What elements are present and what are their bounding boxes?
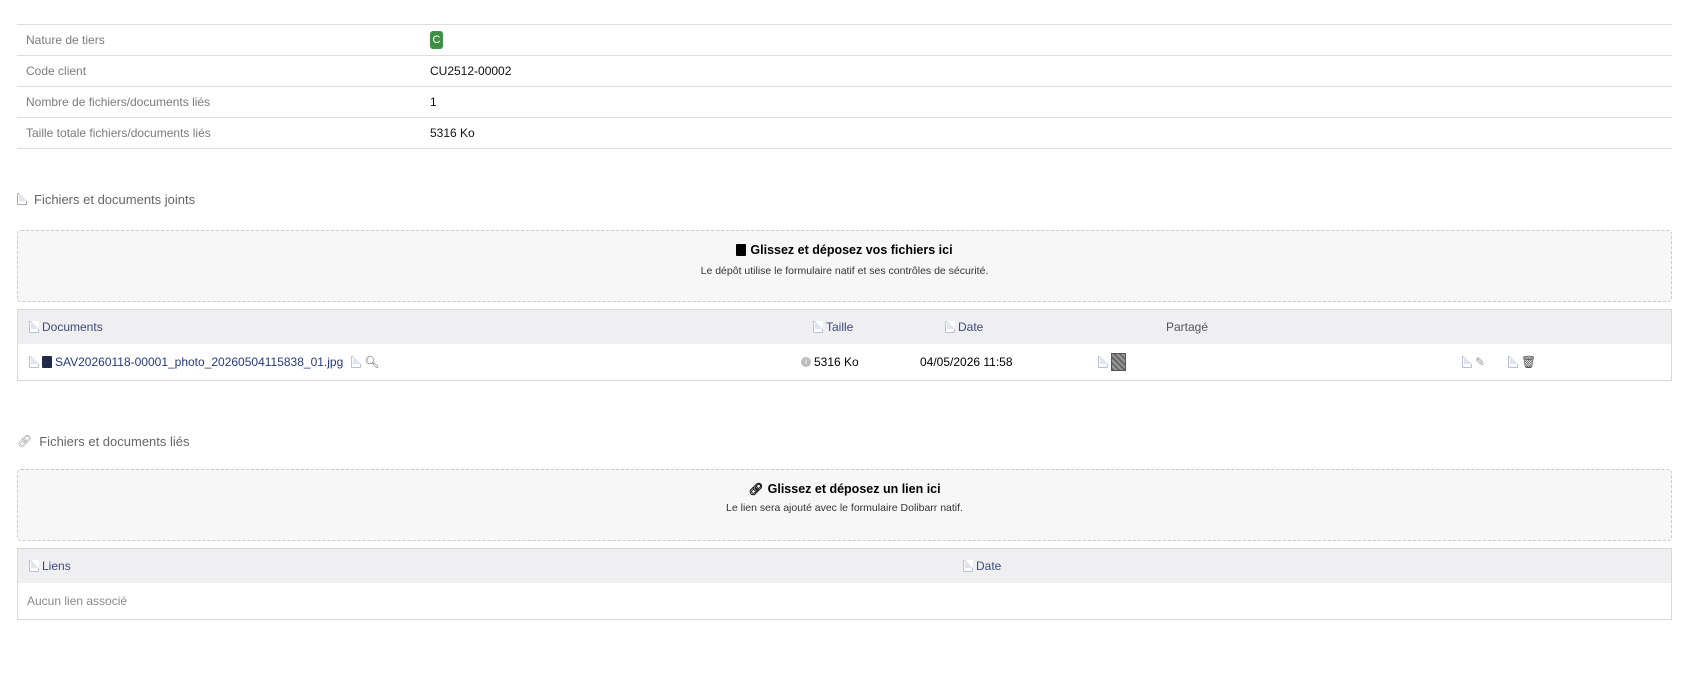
share-file-icon[interactable] (1098, 356, 1108, 368)
column-date[interactable]: Date (945, 320, 983, 334)
file-icon (29, 356, 39, 368)
file-icon (1462, 356, 1472, 368)
attached-files-section-title: Fichiers et documents joints (17, 191, 1672, 207)
trash-icon: 🗑︎ (1521, 355, 1537, 369)
attached-files-header: Documents Taille Date Partagé (18, 310, 1671, 344)
summary-label: Nature de tiers (26, 33, 105, 47)
info-icon: i (801, 357, 811, 367)
table-row: SAV20260118-00001_photo_20260504115838_0… (18, 344, 1671, 380)
attached-files-table: Documents Taille Date Partagé SAV2026011… (17, 309, 1672, 381)
sort-icon (29, 560, 39, 572)
summary-value: CU2512-00002 (430, 64, 512, 78)
image-file-icon (42, 356, 52, 368)
customer-type-badge: C (430, 31, 443, 49)
link-drop-subtitle: Le lien sera ajouté avec le formulaire D… (726, 502, 963, 514)
column-share-label: Partagé (1166, 320, 1209, 334)
file-icon (1508, 356, 1518, 368)
sort-icon (813, 321, 823, 333)
summary-row-code: Code client CU2512-00002 (17, 56, 1672, 87)
file-icon (17, 193, 27, 205)
summary-label: Code client (26, 64, 87, 78)
sort-icon (963, 560, 973, 572)
column-size[interactable]: Taille (813, 320, 853, 334)
column-links[interactable]: Liens (29, 559, 71, 573)
column-size-label: Taille (826, 320, 854, 334)
column-date-label: Date (976, 559, 1002, 573)
sort-icon (29, 321, 39, 333)
column-date[interactable]: Date (963, 559, 1001, 573)
file-size: 5316 Ko (814, 355, 859, 369)
file-date: 04/05/2026 11:58 (920, 355, 1013, 369)
link-icon: 🔗︎ (17, 434, 33, 448)
file-cell: SAV20260118-00001_photo_20260504115838_0… (29, 355, 380, 369)
edit-action[interactable]: ✎ (1462, 356, 1485, 368)
file-drop-subtitle: Le dépôt utilise le formulaire natif et … (700, 265, 989, 277)
summary-row-size: Taille totale fichiers/documents liés 53… (17, 118, 1672, 149)
attached-files-title: Fichiers et documents joints (34, 191, 196, 207)
size-cell: i 5316 Ko (801, 355, 859, 369)
file-drop-zone[interactable]: Glissez et déposez vos fichiers ici Le d… (17, 230, 1672, 302)
file-drop-title: Glissez et déposez vos fichiers ici (750, 243, 953, 257)
link-drop-zone[interactable]: 🔗︎ Glissez et déposez un lien ici Le lie… (17, 469, 1672, 541)
link-icon: 🔗︎ (748, 482, 764, 496)
column-documents[interactable]: Documents (29, 320, 103, 334)
linked-files-header: Liens Date (18, 549, 1671, 583)
summary-row-nature: Nature de tiers C (17, 25, 1672, 56)
summary-label: Taille totale fichiers/documents liés (26, 126, 211, 140)
summary-value: 1 (430, 95, 437, 109)
summary-row-count: Nombre de fichiers/documents liés 1 (17, 87, 1672, 118)
column-links-label: Liens (42, 559, 71, 573)
empty-row: Aucun lien associé (18, 583, 1671, 619)
thumbnail-icon[interactable] (1111, 353, 1126, 371)
summary-table: Nature de tiers C Code client CU2512-000… (17, 24, 1672, 149)
file-upload-icon (736, 244, 747, 256)
linked-files-title: Fichiers et documents liés (39, 433, 190, 449)
file-link[interactable]: SAV20260118-00001_photo_20260504115838_0… (55, 355, 343, 369)
zoom-icon[interactable]: 🔍︎ (364, 356, 379, 368)
column-share: Partagé (1166, 320, 1208, 334)
sort-icon (945, 321, 955, 333)
pencil-icon: ✎ (1475, 355, 1486, 369)
share-cell (1098, 353, 1126, 371)
column-date-label: Date (958, 320, 984, 334)
summary-value: 5316 Ko (430, 126, 475, 140)
linked-files-table: Liens Date Aucun lien associé (17, 548, 1672, 620)
linked-files-section-title: 🔗︎ Fichiers et documents liés (17, 433, 1672, 449)
delete-action[interactable]: 🗑︎ (1508, 356, 1536, 368)
summary-label: Nombre de fichiers/documents liés (26, 95, 211, 109)
file-info-icon[interactable] (351, 356, 362, 368)
column-documents-label: Documents (42, 320, 103, 334)
empty-message: Aucun lien associé (27, 594, 128, 608)
link-drop-title: Glissez et déposez un lien ici (767, 482, 941, 496)
